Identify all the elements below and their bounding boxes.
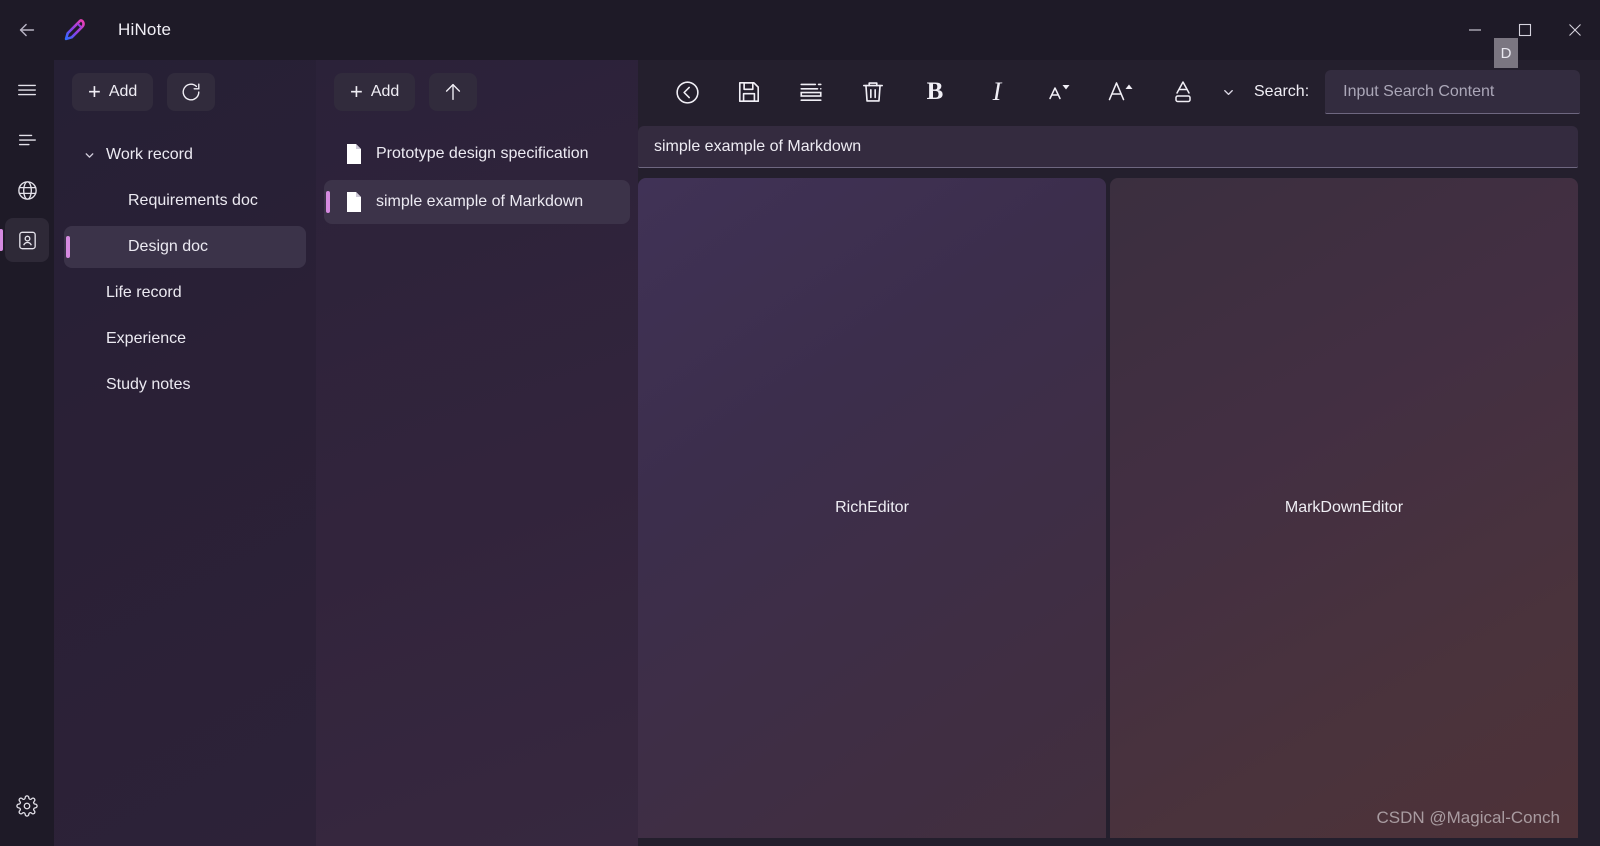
tree-item-label: Experience bbox=[106, 330, 187, 347]
hamburger-menu-icon bbox=[16, 79, 38, 101]
settings-button[interactable] bbox=[5, 784, 49, 828]
close-button[interactable] bbox=[1550, 0, 1600, 60]
chevron-down-icon[interactable] bbox=[76, 149, 102, 162]
refresh-button[interactable] bbox=[167, 73, 216, 111]
search-label: Search: bbox=[1254, 83, 1310, 100]
font-size-decrease-button[interactable] bbox=[1028, 69, 1090, 115]
arrow-up-icon bbox=[442, 81, 464, 103]
back-button[interactable] bbox=[656, 69, 718, 115]
bold-button[interactable]: B bbox=[904, 69, 966, 115]
globe-icon bbox=[16, 179, 39, 202]
tooltip-badge: D bbox=[1494, 38, 1518, 68]
tree-item-label: Requirements doc bbox=[128, 192, 258, 209]
import-note-button[interactable] bbox=[429, 73, 478, 111]
add-note-label: Add bbox=[370, 83, 400, 100]
notebook-tree-panel: + Add Work record Requirements doc Desig… bbox=[54, 60, 316, 846]
editor-panes: RichEditor MarkDownEditor CSDN @Magical-… bbox=[638, 170, 1600, 846]
back-circle-icon bbox=[674, 79, 701, 106]
plus-icon: + bbox=[350, 79, 363, 104]
tree-item-requirements-doc[interactable]: Requirements doc bbox=[64, 180, 306, 222]
tree-item-study-notes[interactable]: Study notes bbox=[64, 364, 306, 406]
tree-item-label: Work record bbox=[106, 146, 193, 163]
note-list-toolbar: + Add bbox=[316, 60, 638, 124]
app-title: HiNote bbox=[118, 20, 172, 39]
title-bar: HiNote bbox=[0, 0, 1600, 60]
minimize-button[interactable] bbox=[1450, 0, 1500, 60]
search-input[interactable] bbox=[1325, 70, 1580, 114]
add-notebook-label: Add bbox=[108, 83, 138, 100]
layout-toggle-button[interactable] bbox=[780, 69, 842, 115]
font-size-increase-button[interactable] bbox=[1090, 69, 1152, 115]
italic-button[interactable]: I bbox=[966, 69, 1028, 115]
document-icon bbox=[344, 143, 364, 165]
editor-toolbar: D B I Search: Input Search Content bbox=[638, 38, 1600, 124]
contact-card-icon bbox=[16, 229, 39, 252]
sidebar-item-outline[interactable] bbox=[5, 118, 49, 162]
list-item-prototype-design-specification[interactable]: Prototype design specification bbox=[324, 132, 630, 176]
notebook-tree: Work record Requirements doc Design doc … bbox=[54, 124, 316, 410]
tree-item-label: Design doc bbox=[128, 238, 209, 255]
font-size-increase-icon bbox=[1106, 77, 1136, 107]
delete-button[interactable] bbox=[842, 69, 904, 115]
maximize-icon bbox=[1518, 23, 1532, 37]
editor-panel: D B I Search: Input Search Content simpl… bbox=[638, 38, 1600, 846]
left-icon-rail bbox=[0, 60, 54, 846]
italic-icon: I bbox=[992, 77, 1002, 106]
tree-item-life-record[interactable]: Life record bbox=[64, 272, 306, 314]
markdown-editor-pane[interactable]: MarkDownEditor CSDN @Magical-Conch bbox=[1110, 178, 1578, 838]
rich-editor-placeholder-label: RichEditor bbox=[835, 499, 909, 516]
bold-icon: B bbox=[926, 78, 944, 105]
tree-toolbar: + Add bbox=[54, 60, 316, 124]
font-size-decrease-icon bbox=[1044, 77, 1074, 107]
sidebar-item-profile[interactable] bbox=[0, 218, 49, 262]
sidebar-item-web[interactable] bbox=[5, 168, 49, 212]
tree-item-work-record[interactable]: Work record bbox=[64, 134, 306, 176]
chevron-down-icon bbox=[1221, 85, 1236, 100]
list-item-label: Prototype design specification bbox=[376, 145, 589, 162]
refresh-icon bbox=[180, 81, 202, 103]
trash-icon bbox=[860, 79, 886, 105]
list-align-icon bbox=[16, 129, 38, 151]
close-icon bbox=[1568, 23, 1582, 37]
save-button[interactable] bbox=[718, 69, 780, 115]
sidebar-item-menu[interactable] bbox=[5, 68, 49, 112]
text-color-icon bbox=[1169, 78, 1197, 106]
add-notebook-button[interactable]: + Add bbox=[72, 73, 154, 111]
tree-item-label: Life record bbox=[106, 284, 182, 301]
text-color-button[interactable] bbox=[1152, 69, 1214, 115]
hinote-pen-logo bbox=[58, 13, 92, 47]
note-title-input[interactable] bbox=[638, 126, 1578, 168]
tree-item-label: Study notes bbox=[106, 376, 191, 393]
app-body: + Add Work record Requirements doc Desig… bbox=[0, 38, 1600, 846]
document-icon bbox=[344, 191, 364, 213]
watermark: CSDN @Magical-Conch bbox=[1376, 808, 1560, 827]
list-item-simple-example-of-markdown[interactable]: simple example of Markdown bbox=[324, 180, 630, 224]
tree-item-design-doc[interactable]: Design doc bbox=[64, 226, 306, 268]
arrow-left-icon bbox=[16, 19, 38, 41]
minimize-icon bbox=[1468, 23, 1482, 37]
note-title-row bbox=[638, 124, 1600, 170]
app-window: HiNote + Add Work record Requirements do… bbox=[0, 0, 1600, 846]
rich-editor-pane[interactable]: RichEditor bbox=[638, 178, 1106, 838]
layout-list-icon bbox=[798, 79, 824, 105]
gear-icon bbox=[16, 795, 38, 817]
plus-icon: + bbox=[88, 79, 101, 104]
text-color-dropdown-button[interactable] bbox=[1214, 69, 1242, 115]
back-navigation-button[interactable] bbox=[0, 0, 54, 60]
save-floppy-icon bbox=[736, 79, 762, 105]
markdown-editor-placeholder-label: MarkDownEditor bbox=[1284, 499, 1404, 516]
add-note-button[interactable]: + Add bbox=[334, 73, 416, 111]
tree-item-experience[interactable]: Experience bbox=[64, 318, 306, 360]
window-controls bbox=[1450, 0, 1600, 60]
note-list: Prototype design specification simple ex… bbox=[316, 124, 638, 228]
list-item-label: simple example of Markdown bbox=[376, 193, 584, 210]
note-list-panel: + Add Prototype design specification sim… bbox=[316, 60, 638, 846]
